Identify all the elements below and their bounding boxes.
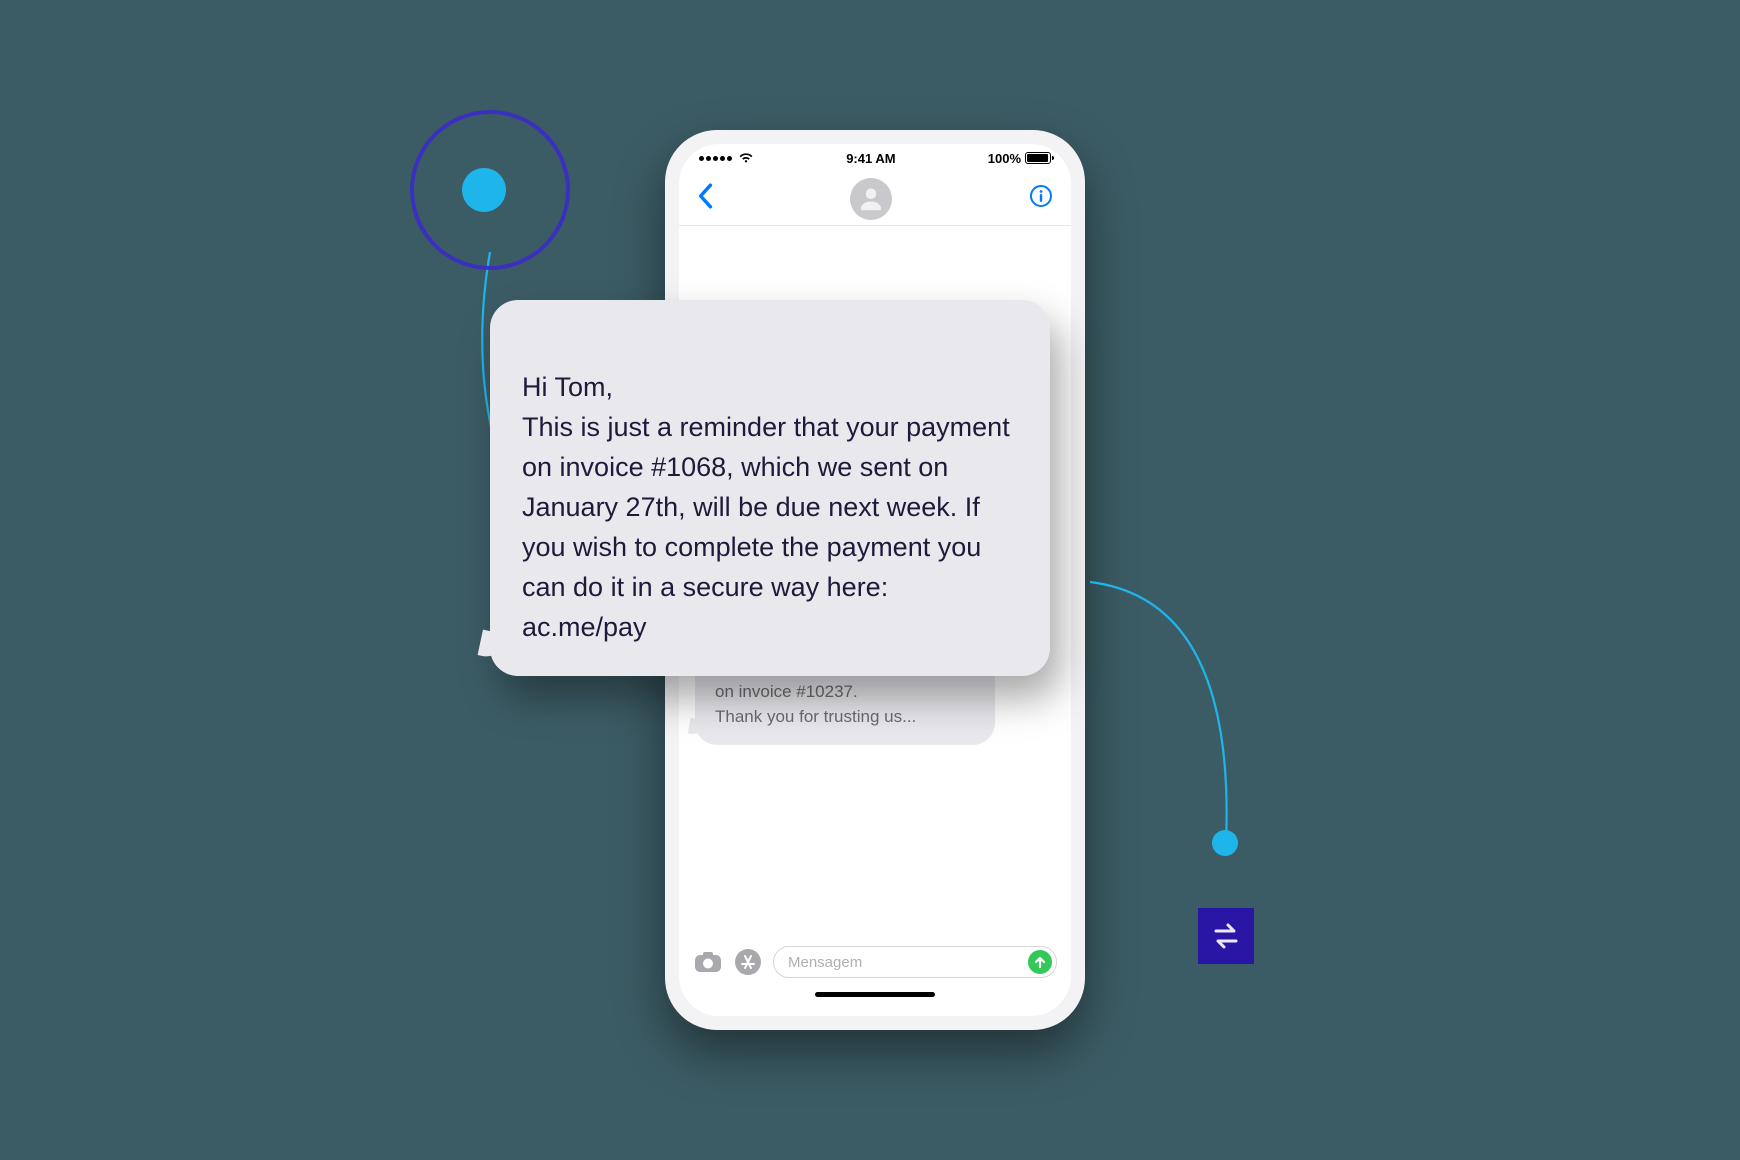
swap-icon <box>1209 919 1243 953</box>
status-right: 100% <box>988 151 1051 166</box>
status-time: 9:41 AM <box>846 151 895 166</box>
contact-avatar[interactable] <box>850 178 892 220</box>
message-bubble-reminder: Hi Tom, This is just a reminder that you… <box>490 300 1050 676</box>
connector-curve-bottom <box>1088 580 1258 860</box>
camera-button[interactable] <box>693 947 723 977</box>
appstore-icon <box>734 948 762 976</box>
status-bar: 9:41 AM 100% <box>679 144 1071 172</box>
signal-dots-icon <box>699 156 732 161</box>
message-text: Hi Tom, This is just a reminder that you… <box>522 372 1010 642</box>
arrow-up-icon <box>1033 955 1047 969</box>
wifi-icon <box>738 152 754 164</box>
message-placeholder: Mensagem <box>788 954 1028 971</box>
apps-button[interactable] <box>733 947 763 977</box>
info-button[interactable] <box>1029 184 1053 213</box>
dot-icon <box>1212 830 1238 856</box>
send-button[interactable] <box>1028 950 1052 974</box>
swap-badge <box>1198 908 1254 964</box>
status-left <box>699 152 754 164</box>
camera-icon <box>694 951 722 973</box>
dot-icon <box>462 168 506 212</box>
person-icon <box>856 184 886 214</box>
input-bar: Mensagem <box>679 936 1071 992</box>
back-button[interactable] <box>697 183 713 214</box>
message-input[interactable]: Mensagem <box>773 946 1057 978</box>
decorative-ring <box>410 110 570 270</box>
home-indicator[interactable] <box>679 992 1071 1016</box>
info-icon <box>1029 184 1053 208</box>
nav-bar <box>679 172 1071 226</box>
battery-text: 100% <box>988 151 1021 166</box>
battery-icon <box>1025 152 1051 164</box>
chevron-left-icon <box>697 183 713 209</box>
